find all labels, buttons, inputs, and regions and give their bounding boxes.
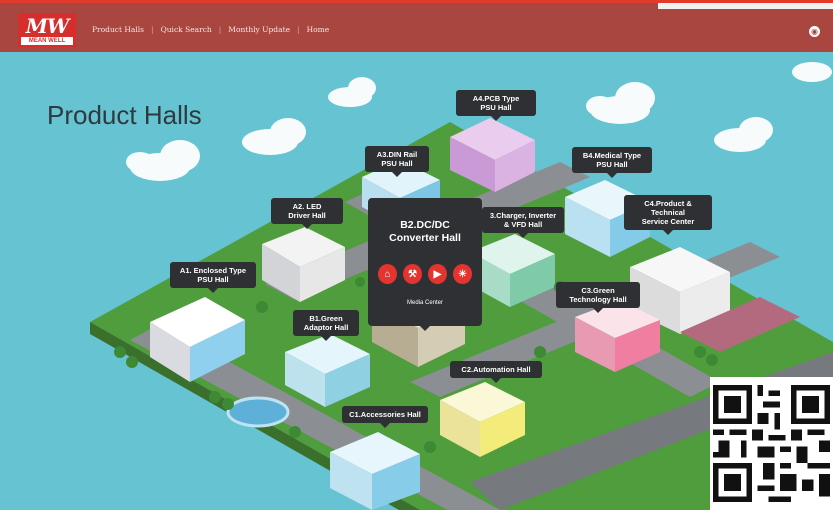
globe-icon[interactable]: ◉ (809, 26, 820, 37)
cloud-icon (792, 62, 832, 82)
nav-monthly-update[interactable]: Monthly Update (228, 25, 290, 34)
nav-separator: | (218, 25, 222, 34)
hall-c3-label[interactable]: C3.Green Technology Hall (556, 282, 640, 313)
app-page: MW MEAN WELL Product Halls | Quick Searc… (0, 0, 833, 510)
hall-c1-label[interactable]: C1.Accessories Hall (342, 406, 428, 428)
mean-well-logo[interactable]: MW MEAN WELL (18, 13, 76, 47)
hall-a4-label[interactable]: A4.PCB Type PSU Hall (456, 90, 536, 121)
cloud-icon (242, 118, 306, 155)
top-navigation-bar: MW MEAN WELL Product Halls | Quick Searc… (0, 0, 833, 52)
hall-b1-label[interactable]: B1.Green Adaptor Hall (293, 310, 359, 341)
topbar-strip (658, 3, 833, 9)
hall-a2-label[interactable]: A2. LED Driver Hall (271, 198, 343, 229)
cloud-icon (586, 82, 655, 124)
main-nav: Product Halls | Quick Search | Monthly U… (92, 25, 329, 34)
bulb-icon[interactable]: ☀ (453, 264, 472, 284)
nav-product-halls[interactable]: Product Halls (92, 25, 144, 34)
media-center-label: Media Center (406, 300, 444, 306)
nav-separator: | (297, 25, 300, 34)
hall-c4-label[interactable]: C4.Product & Technical Service Center (624, 195, 712, 235)
nav-quick-search[interactable]: Quick Search (161, 25, 212, 34)
hall-b3-label[interactable]: 3.Charger, Inverter & VFD Hall (482, 207, 564, 238)
qr-code-pattern (713, 385, 830, 502)
hall-a3-label[interactable]: A3.DIN Rail PSU Hall (365, 146, 429, 177)
page-title: Product Halls (47, 100, 202, 130)
hall-b2-title: B2.DC/DC Converter Hall (389, 219, 461, 244)
cloud-icon (328, 77, 376, 107)
cloud-icon (714, 117, 773, 152)
city-map-scene: Product Halls A4.PCB Type PSU Hall A3.DI… (0, 52, 833, 510)
logo-subtext: MEAN WELL (21, 37, 73, 45)
nav-separator: | (151, 25, 154, 34)
media-icons: ⌂ ⚒ ▶ ☀ (378, 264, 472, 284)
hall-c2-label[interactable]: C2.Automation Hall (450, 361, 542, 383)
hall-b2-label[interactable]: B2.DC/DC Converter Hall ⌂ ⚒ ▶ ☀ Media Ce… (368, 198, 482, 331)
cloud-icon (126, 140, 200, 181)
video-icon[interactable]: ▶ (428, 264, 447, 284)
hall-a1-label[interactable]: A1. Enclosed Type PSU Hall (170, 262, 256, 293)
hall-b4-label[interactable]: B4.Medical Type PSU Hall (572, 147, 652, 178)
logo-text: MW (25, 14, 70, 38)
home-icon[interactable]: ⌂ (378, 264, 397, 284)
nav-home[interactable]: Home (307, 25, 330, 34)
qr-code (710, 377, 833, 510)
tools-icon[interactable]: ⚒ (403, 264, 422, 284)
